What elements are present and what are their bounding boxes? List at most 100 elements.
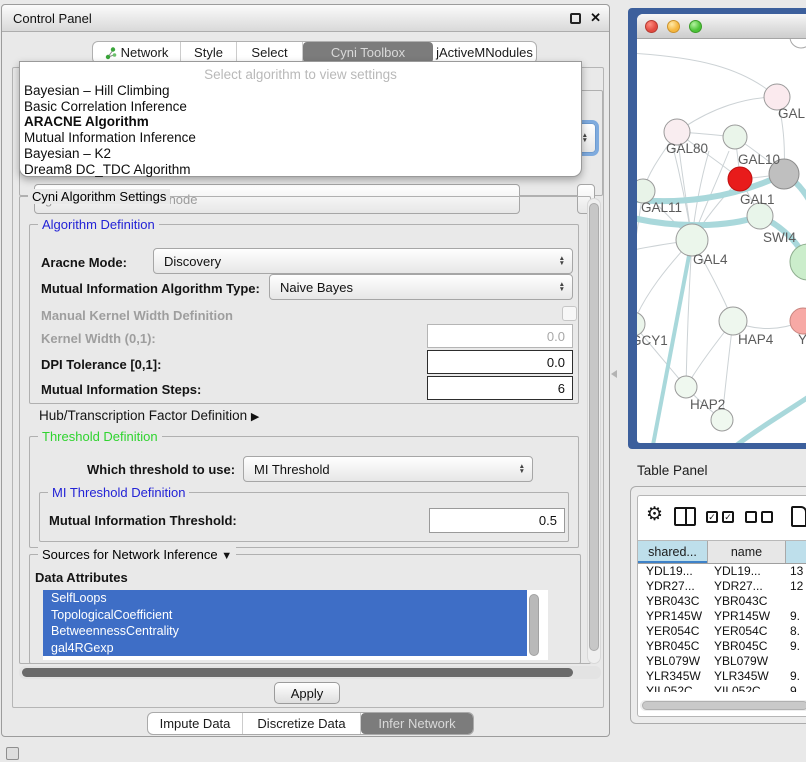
attribute-list-item[interactable]: SelfLoops	[43, 590, 527, 607]
tab-jactivemnodules[interactable]: jActiveMNodules	[433, 42, 536, 63]
mi-steps-input[interactable]: 6	[427, 376, 573, 400]
algorithm-option[interactable]: Bayesian – Hill Climbing	[24, 83, 577, 99]
manual-kernel-checkbox[interactable]	[562, 306, 577, 321]
table-body: YDL19...YDL19...13YDR27...YDR27...12YBR0…	[638, 564, 806, 692]
network-canvas[interactable]: GALGAL80GAL10GAL1GAL11SWI4GAL4HAP4YGCY1H…	[637, 39, 806, 443]
close-traffic-light-icon[interactable]	[645, 20, 658, 33]
bottom-tab-discretize-data[interactable]: Discretize Data	[243, 713, 361, 734]
minimize-traffic-light-icon[interactable]	[667, 20, 680, 33]
aracne-mode-label: Aracne Mode:	[41, 255, 127, 270]
network-node[interactable]	[711, 409, 733, 431]
kernel-width-value: 0.0	[547, 329, 565, 344]
deselect-all-checkbox-icon[interactable]	[761, 511, 773, 523]
which-threshold-value: MI Threshold	[254, 462, 330, 477]
algorithm-dropdown-placeholder: Select algorithm to view settings	[20, 67, 581, 82]
attribute-list-item[interactable]: TopologicalCoefficient	[43, 607, 527, 624]
vertical-scroll-thumb[interactable]	[589, 203, 599, 651]
table-cell: YLR345W	[708, 669, 786, 684]
network-node-hap2[interactable]	[675, 376, 697, 398]
table-row[interactable]: YBR045CYBR045C9.	[638, 639, 806, 654]
attribute-list-item[interactable]: gal4RGexp	[43, 640, 527, 657]
network-node-gal10[interactable]	[723, 125, 747, 149]
algorithm-option[interactable]: Basic Correlation Inference	[24, 99, 577, 115]
select-all-checkbox-icon[interactable]: ✓	[706, 511, 718, 523]
table-row[interactable]: YLR345WYLR345W9.	[638, 669, 806, 684]
data-attributes-label: Data Attributes	[35, 570, 128, 585]
table-cell	[786, 654, 806, 669]
aracne-mode-combo[interactable]: Discovery ▲▼	[153, 248, 573, 274]
attributes-scrollbar[interactable]	[529, 594, 539, 656]
table-cell: YIL052C	[638, 684, 708, 692]
select-all-checkbox-icon[interactable]: ✓	[722, 511, 734, 523]
algorithm-definition-legend: Algorithm Definition	[38, 217, 159, 232]
mi-threshold-input[interactable]: 0.5	[429, 508, 565, 533]
algorithm-option[interactable]: Bayesian – K2	[24, 146, 577, 162]
mi-steps-value: 6	[558, 381, 565, 396]
table-horizontal-scrollbar[interactable]	[640, 700, 806, 711]
table-cell: 9.	[786, 669, 806, 684]
zoom-traffic-light-icon[interactable]	[689, 20, 702, 33]
bottom-tabs: Impute DataDiscretize DataInfer Network	[147, 712, 474, 735]
control-panel-titlebar: Control Panel ✕	[2, 5, 609, 32]
kernel-width-input[interactable]: 0.0	[427, 324, 573, 348]
tab-style[interactable]: Style	[181, 42, 237, 63]
mi-type-combo[interactable]: Naive Bayes ▲▼	[269, 274, 573, 300]
settings-vertical-scrollbar[interactable]	[587, 198, 601, 664]
attribute-list-item[interactable]: BetweennessCentrality	[43, 623, 527, 640]
network-view-frame: GALGAL80GAL10GAL1GAL11SWI4GAL4HAP4YGCY1H…	[628, 8, 806, 449]
node-table: ⚙ ✓ ✓ shared...nameA YDL19...YDL19...13Y…	[637, 495, 806, 717]
gear-icon[interactable]: ⚙	[646, 503, 663, 526]
split-columns-icon[interactable]	[674, 507, 696, 526]
table-row[interactable]: YDL19...YDL19...13	[638, 564, 806, 579]
float-window-icon[interactable]	[570, 13, 581, 24]
tab-cyni-toolbox[interactable]: Cyni Toolbox	[303, 42, 433, 63]
algorithm-option[interactable]: Mutual Information Inference	[24, 130, 577, 146]
network-node[interactable]	[790, 244, 806, 280]
column-header-name[interactable]: name	[708, 541, 786, 563]
which-threshold-combo[interactable]: MI Threshold ▲▼	[243, 456, 533, 482]
sources-legend[interactable]: Sources for Network Inference ▼	[38, 547, 236, 562]
algorithm-option[interactable]: ARACNE Algorithm	[24, 114, 577, 130]
table-cell: 9.	[786, 639, 806, 654]
table-cell: YBL079W	[708, 654, 786, 669]
column-header-a[interactable]: A	[786, 541, 806, 563]
node-label: GAL	[778, 106, 806, 121]
table-row[interactable]: YBL079WYBL079W	[638, 654, 806, 669]
horizontal-scroll-thumb[interactable]	[22, 668, 573, 677]
tab-label: Style	[194, 45, 223, 60]
dpi-tolerance-input[interactable]: 0.0	[427, 350, 573, 374]
bottom-tab-infer-network[interactable]: Infer Network	[361, 713, 473, 734]
which-threshold-label: Which threshold to use:	[87, 462, 235, 477]
network-node-hap4[interactable]	[719, 307, 747, 335]
table-cell: YPR145W	[638, 609, 708, 624]
deselect-all-checkbox-icon[interactable]	[745, 511, 757, 523]
apply-button[interactable]: Apply	[274, 682, 340, 704]
table-row[interactable]: YER054CYER054C8.	[638, 624, 806, 639]
tab-select[interactable]: Select	[237, 42, 303, 63]
table-row[interactable]: YIL052CYIL052C9	[638, 684, 806, 692]
settings-horizontal-scrollbar[interactable]	[19, 666, 601, 679]
table-cell: YDL19...	[638, 564, 708, 579]
table-scroll-thumb[interactable]	[642, 701, 806, 710]
network-node-y[interactable]	[790, 308, 806, 334]
table-row[interactable]: YBR043CYBR043C	[638, 594, 806, 609]
network-node[interactable]	[790, 39, 806, 48]
table-cell: 12	[786, 579, 806, 594]
column-header-shared[interactable]: shared...	[638, 541, 708, 563]
algorithm-option[interactable]: Dream8 DC_TDC Algorithm	[24, 162, 577, 178]
node-label: GAL10	[738, 152, 780, 167]
hub-expander-label: Hub/Transcription Factor Definition	[39, 408, 247, 423]
kernel-width-label: Kernel Width (0,1):	[41, 331, 156, 346]
hub-expander[interactable]: Hub/Transcription Factor Definition ▶	[39, 408, 259, 423]
minimized-panel-icon[interactable]	[6, 747, 19, 760]
app-root: Control Panel ✕ Network Style SelectCyni T…	[0, 0, 806, 762]
table-row[interactable]: YDR27...YDR27...12	[638, 579, 806, 594]
new-column-icon[interactable]	[791, 506, 806, 527]
network-node-gal1[interactable]	[728, 167, 752, 191]
close-icon[interactable]: ✕	[590, 10, 601, 26]
table-row[interactable]: YPR145WYPR145W9.	[638, 609, 806, 624]
bottom-tab-impute-data[interactable]: Impute Data	[148, 713, 243, 734]
panel-divider-cursor	[611, 370, 617, 378]
combo-spinner-icon: ▲▼	[582, 133, 588, 143]
tab-network[interactable]: Network	[93, 42, 181, 63]
